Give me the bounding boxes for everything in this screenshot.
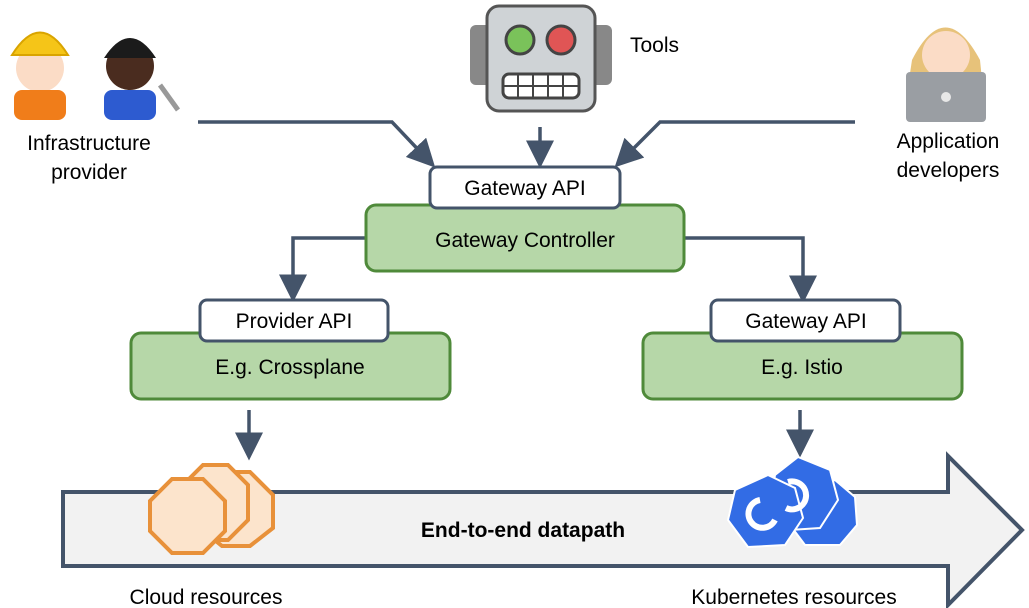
construction-workers-icon (10, 31, 181, 120)
crossplane-label: E.g. Crossplane (215, 356, 364, 379)
robot-icon (470, 4, 612, 113)
cloud-resources-label: Cloud resources (130, 586, 283, 608)
developer-laptop-icon (906, 27, 986, 122)
devs-label-line1: Application (897, 130, 1000, 153)
kubernetes-resources-label: Kubernetes resources (691, 586, 896, 608)
gateway-api-right-label: Gateway API (745, 310, 866, 333)
gateway-controller-label: Gateway Controller (435, 229, 615, 252)
istio-label: E.g. Istio (761, 356, 843, 379)
infra-label-line1: Infrastructure (27, 132, 151, 155)
infra-label-line2: provider (51, 161, 127, 184)
gateway-api-top-label: Gateway API (464, 177, 585, 200)
gateway-api-diagram: End-to-end datapath Infrastructure provi… (0, 0, 1029, 608)
datapath-label: End-to-end datapath (421, 519, 625, 542)
provider-api-label: Provider API (236, 310, 353, 333)
devs-label-line2: developers (897, 159, 1000, 182)
tools-label: Tools (630, 34, 679, 57)
kubernetes-resources-icon (726, 455, 859, 549)
cloud-resources-icon (148, 463, 275, 555)
